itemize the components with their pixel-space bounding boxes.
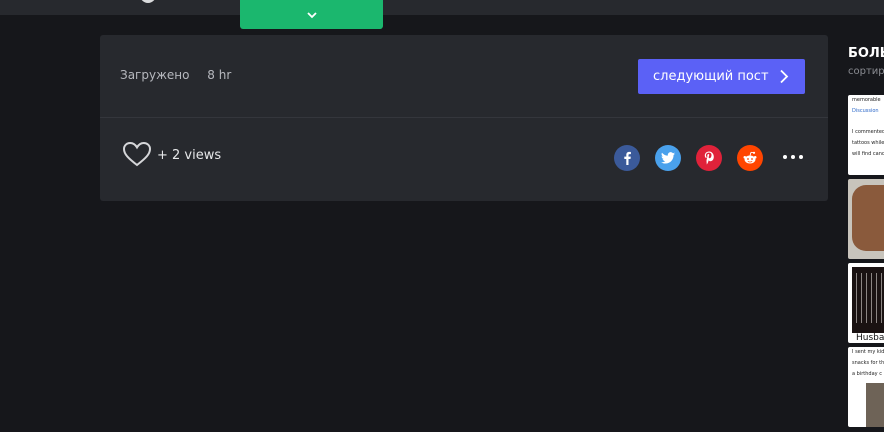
thumbnail-image-detail xyxy=(856,273,884,323)
sidebar-thumbnail[interactable]: I sent my kid snacks for th a birthday c xyxy=(848,347,884,427)
uploaded-time: 8 hr xyxy=(207,68,232,82)
views-count: + 2 views xyxy=(157,148,222,163)
heart-icon xyxy=(122,141,152,167)
thumbnail-image xyxy=(852,185,884,251)
thumbnail-text: will find cancer xyxy=(852,151,884,157)
chevron-down-icon xyxy=(306,11,317,18)
chevron-right-icon xyxy=(780,69,789,84)
reddit-share-button[interactable] xyxy=(737,145,763,171)
divider xyxy=(100,117,828,118)
site-logo[interactable] xyxy=(140,0,156,3)
thumbnail-text: I sent my kid xyxy=(852,349,884,355)
sidebar-thumbnail[interactable]: memorable Discussion I commented o tatto… xyxy=(848,95,884,175)
next-post-button[interactable]: следующий пост xyxy=(638,59,805,94)
post-info-card: Загружено 8 hr следующий пост + 2 views xyxy=(100,35,828,201)
expand-tab-button[interactable] xyxy=(240,0,383,29)
upload-info: Загружено 8 hr xyxy=(120,68,231,82)
facebook-icon xyxy=(624,151,631,165)
uploaded-label: Загружено xyxy=(120,68,190,82)
more-options-button[interactable] xyxy=(783,150,803,164)
thumbnail-text: I commented o xyxy=(852,129,884,135)
thumbnail-text: snacks for th xyxy=(852,360,884,366)
dot xyxy=(791,155,795,159)
sidebar-thumbnail[interactable]: Husba xyxy=(848,263,884,343)
post-meta-row: Загружено 8 hr следующий пост xyxy=(100,35,828,117)
facebook-share-button[interactable] xyxy=(614,145,640,171)
twitter-icon xyxy=(661,152,675,164)
reddit-icon xyxy=(743,151,757,164)
sidebar-thumbnail[interactable] xyxy=(848,179,884,259)
like-button[interactable] xyxy=(122,141,152,171)
pinterest-share-button[interactable] xyxy=(696,145,722,171)
dot xyxy=(799,155,803,159)
thumbnail-text: tattoos while t xyxy=(852,140,884,146)
next-post-label: следующий пост xyxy=(653,69,769,84)
sidebar-title: БОЛЬ xyxy=(848,46,884,61)
thumbnail-text: memorable xyxy=(852,97,881,103)
thumbnail-text: Discussion xyxy=(852,108,879,114)
thumbnail-text: a birthday c xyxy=(852,371,882,377)
top-navbar xyxy=(0,0,884,15)
thumbnail-caption: Husba xyxy=(856,333,884,343)
twitter-share-button[interactable] xyxy=(655,145,681,171)
sidebar-sort-label[interactable]: сортир xyxy=(848,66,884,77)
dot xyxy=(783,155,787,159)
thumbnail-image xyxy=(866,383,884,427)
pinterest-icon xyxy=(704,151,714,165)
